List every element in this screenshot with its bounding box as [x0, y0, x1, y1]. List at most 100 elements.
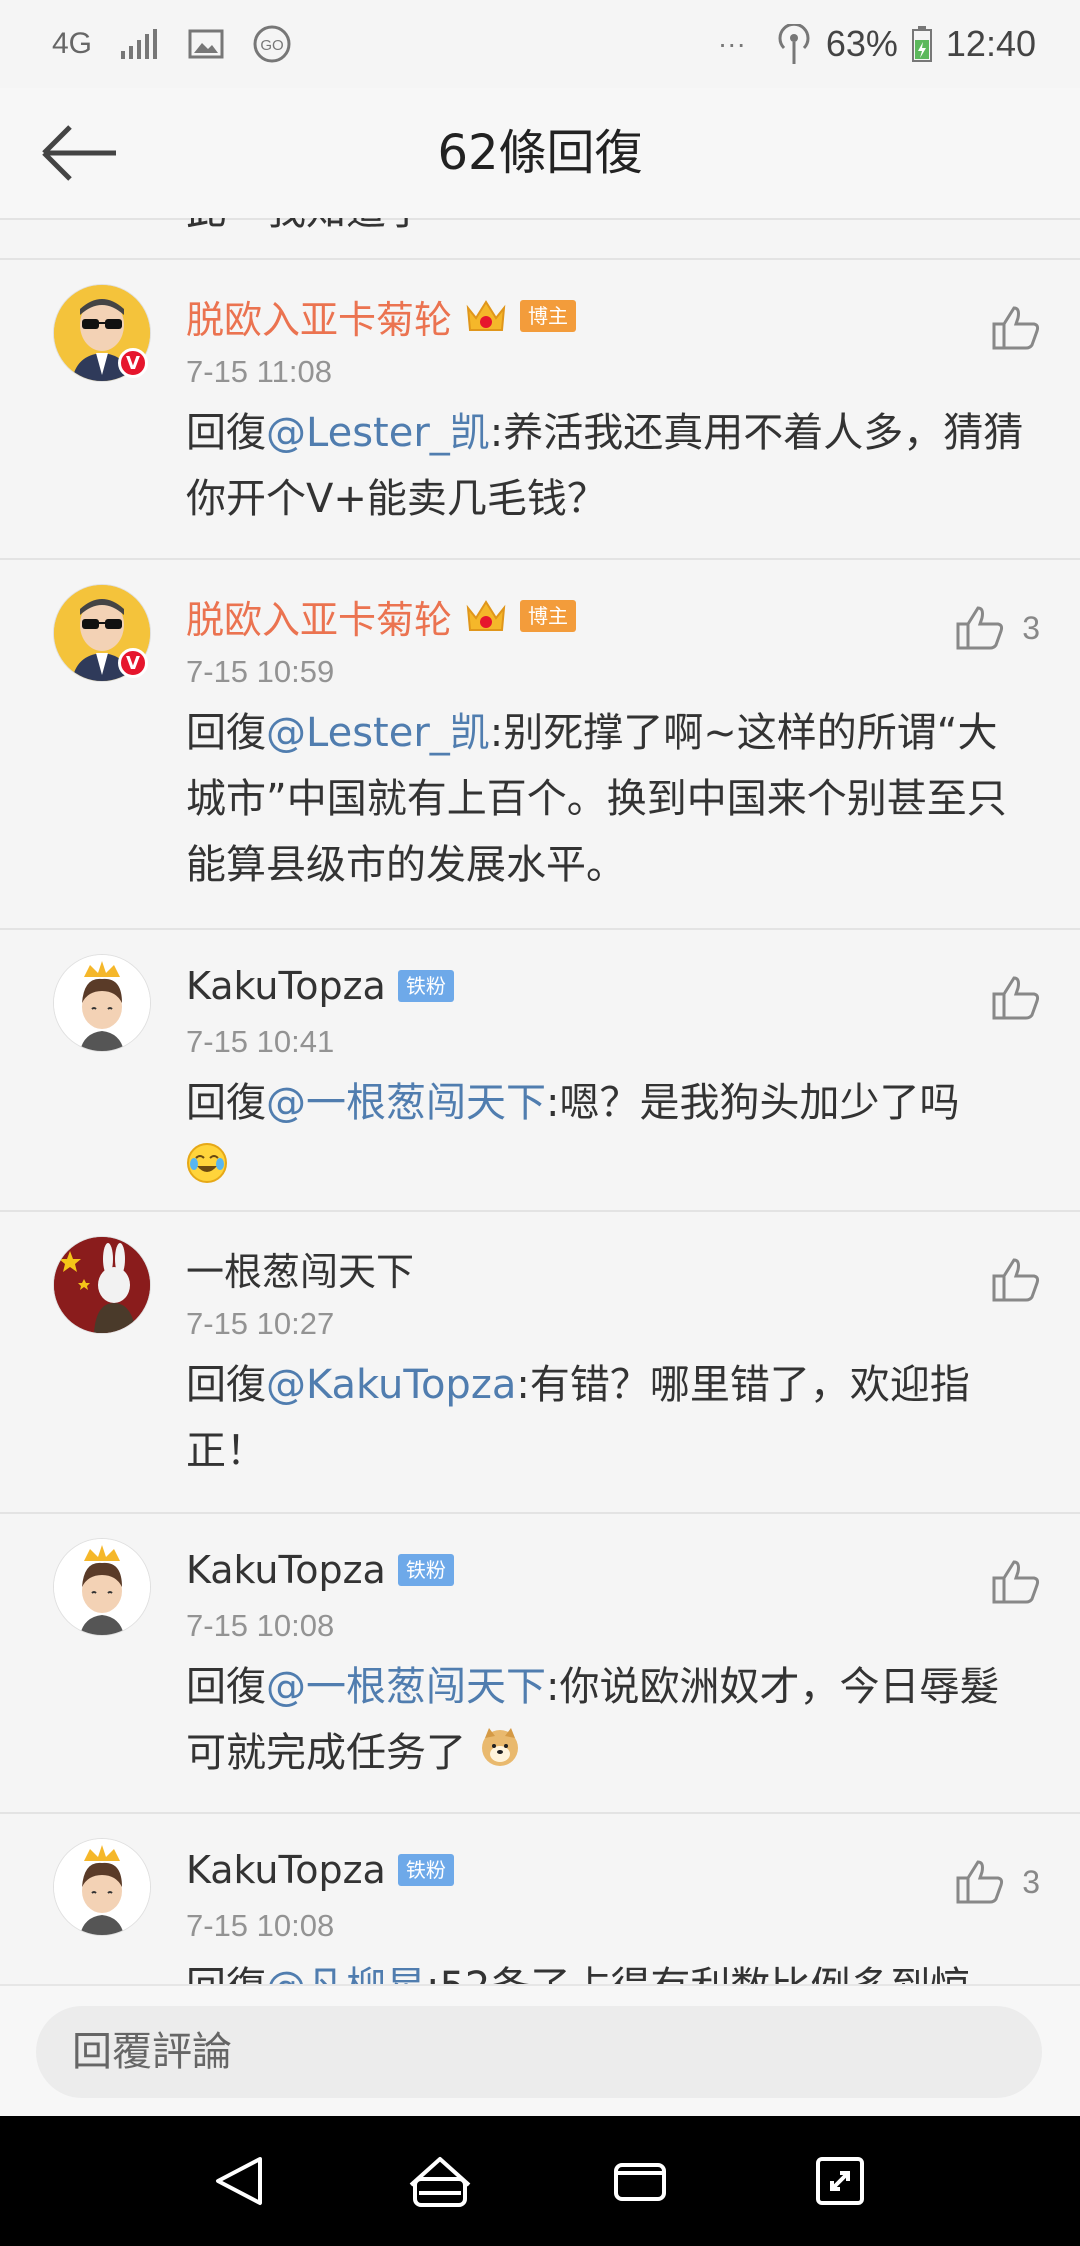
avatar-image — [54, 955, 150, 1051]
avatar[interactable] — [53, 1236, 151, 1334]
like-button[interactable] — [992, 1552, 1040, 1612]
comment-time: 7-15 10:08 — [186, 1908, 335, 1943]
like-count: 3 — [1022, 1863, 1040, 1900]
username[interactable]: 脱欧入亚卡菊轮 — [186, 289, 452, 344]
nav-home-button[interactable] — [400, 2141, 480, 2221]
iron-fan-tag: 铁粉 — [397, 1854, 454, 1886]
comment-text: 回復@凡柳星:52条了占得有利数比例多到惊 — [186, 1954, 1026, 1984]
network-type-icon: 4G — [52, 27, 93, 60]
avatar-image — [54, 1539, 150, 1635]
name-row: KakuTopza 铁粉 — [186, 958, 454, 1014]
name-row: KakuTopza 铁粉 — [186, 1542, 454, 1598]
svg-text:GO: GO — [260, 37, 283, 54]
thumbs-up-icon — [992, 1560, 1040, 1604]
nav-back-icon — [216, 2157, 262, 2205]
nav-back-button[interactable] — [200, 2141, 280, 2221]
thumbs-up-icon — [992, 306, 1040, 350]
reply-prefix: 回復 — [186, 710, 266, 756]
mention-link[interactable]: @Lester_凯 — [266, 410, 490, 456]
system-nav-bar — [0, 2116, 1080, 2246]
status-left: 4G GO — [52, 24, 292, 64]
comment-time: 7-15 10:59 — [186, 654, 335, 689]
comment-text: 回復@Lester_凯:别死撑了啊~这样的所谓“大城市”中国就有上百个。换到中国… — [186, 700, 1026, 898]
username[interactable]: KakuTopza — [186, 964, 386, 1008]
clipped-previous-comment: 此一我知道了 — [186, 218, 426, 236]
battery-percent: 63% — [825, 23, 898, 64]
blogger-tag: 博主 — [520, 300, 577, 332]
nav-recents-button[interactable] — [600, 2141, 680, 2221]
thumbs-up-icon — [956, 1860, 1004, 1904]
thumbs-up-icon — [992, 1258, 1040, 1302]
vip-crown-icon — [464, 296, 508, 336]
nav-expand-button[interactable] — [800, 2141, 880, 2221]
status-bar: 4G GO ··· 63% 12:40 — [0, 0, 1080, 88]
doge-emoji-icon — [479, 1722, 521, 1788]
reply-prefix: 回復 — [186, 1964, 266, 1984]
reply-input-bar: 回覆評論 — [0, 1984, 1080, 2118]
signal-icon — [120, 29, 160, 59]
comment-item[interactable]: KakuTopza 铁粉 7-15 10:08 回復@凡柳星:52条了占得有利数… — [0, 1812, 1080, 1984]
comment-text: 回復@一根葱闯天下:你说欧洲奴才，今日辱髮可就完成任务了 — [186, 1654, 1026, 1788]
comment-text: 回復@KakuTopza:有错？哪里错了，欢迎指正！ — [186, 1352, 1026, 1484]
verified-badge-icon: V — [118, 648, 148, 678]
mention-link[interactable]: @Lester_凯 — [266, 710, 490, 756]
thumbs-up-icon — [992, 976, 1040, 1020]
comment-item[interactable]: V 脱欧入亚卡菊轮 博主 7-15 11:08 回復@Lester_凯:养活我还… — [0, 258, 1080, 558]
verified-badge-icon: V — [118, 348, 148, 378]
clock: 12:40 — [945, 23, 1036, 64]
top-app-bar: 62條回復 — [0, 88, 1080, 220]
mention-link[interactable]: @KakuTopza — [266, 1362, 516, 1408]
comment-text: 回復@Lester_凯:养活我还真用不着人多，猜猜你开个V+能卖几毛钱？ — [186, 400, 1026, 532]
reply-prefix: 回復 — [186, 1080, 266, 1126]
more-dots: ··· — [717, 28, 746, 59]
username[interactable]: KakuTopza — [186, 1848, 386, 1892]
name-row: 脱欧入亚卡菊轮 博主 — [186, 288, 577, 344]
comment-item[interactable]: 一根葱闯天下 7-15 10:27 回復@KakuTopza:有错？哪里错了，欢… — [0, 1210, 1080, 1512]
like-button[interactable] — [992, 298, 1040, 358]
like-count: 3 — [1022, 609, 1040, 646]
name-row: KakuTopza 铁粉 — [186, 1842, 454, 1898]
comment-time: 7-15 10:08 — [186, 1608, 335, 1643]
go-icon: GO — [252, 24, 292, 64]
username[interactable]: 脱欧入亚卡菊轮 — [186, 589, 452, 644]
iron-fan-tag: 铁粉 — [397, 970, 454, 1002]
like-button[interactable] — [992, 968, 1040, 1028]
avatar-image — [54, 1237, 150, 1333]
mention-link[interactable]: @凡柳星 — [266, 1964, 426, 1984]
comment-text: 回復@一根葱闯天下:嗯？是我狗头加少了吗 — [186, 1070, 1026, 1204]
laughing-crying-emoji-icon — [186, 1138, 228, 1204]
comment-item[interactable]: KakuTopza 铁粉 7-15 10:41 回復@一根葱闯天下:嗯？是我狗头… — [0, 928, 1080, 1210]
mention-link[interactable]: @一根葱闯天下 — [266, 1664, 546, 1710]
comment-item[interactable]: KakuTopza 铁粉 7-15 10:08 回復@一根葱闯天下:你说欧洲奴才… — [0, 1512, 1080, 1812]
reply-prefix: 回復 — [186, 1664, 266, 1710]
mention-link[interactable]: @一根葱闯天下 — [266, 1080, 546, 1126]
comment-item[interactable]: V 脱欧入亚卡菊轮 博主 7-15 10:59 回復@Lester_凯:别死撑了… — [0, 558, 1080, 928]
avatar[interactable] — [53, 1538, 151, 1636]
avatar[interactable] — [53, 954, 151, 1052]
expand-icon — [816, 2157, 864, 2205]
page-title: 62條回復 — [437, 125, 643, 181]
comment-time: 7-15 10:27 — [186, 1306, 335, 1341]
like-button[interactable]: 3 — [956, 598, 1040, 658]
avatar-image — [54, 1839, 150, 1935]
reply-prefix: 回復 — [186, 410, 266, 456]
username[interactable]: 一根葱闯天下 — [186, 1241, 414, 1296]
nav-home-icon — [409, 2157, 471, 2207]
comment-body: :嗯？是我狗头加少了吗 — [546, 1080, 960, 1126]
reply-input[interactable]: 回覆評論 — [36, 2006, 1042, 2098]
like-button[interactable]: 3 — [956, 1852, 1040, 1912]
reply-prefix: 回復 — [186, 1362, 266, 1408]
comment-list[interactable]: 此一我知道了 V 脱欧入亚卡菊轮 博主 7-15 11:08 回復@Lester… — [0, 218, 1080, 1984]
like-button[interactable] — [992, 1250, 1040, 1310]
vip-crown-icon — [464, 596, 508, 636]
avatar[interactable] — [53, 1838, 151, 1936]
username[interactable]: KakuTopza — [186, 1548, 386, 1592]
name-row: 一根葱闯天下 — [186, 1240, 414, 1296]
comment-body: :52条了占得有利数比例多到惊 — [426, 1964, 970, 1984]
thumbs-up-icon — [956, 606, 1004, 650]
name-row: 脱欧入亚卡菊轮 博主 — [186, 588, 577, 644]
blogger-tag: 博主 — [520, 600, 577, 632]
comment-time: 7-15 11:08 — [186, 354, 332, 389]
status-right: ··· 63% 12:40 — [718, 23, 1036, 65]
image-icon — [188, 29, 224, 59]
